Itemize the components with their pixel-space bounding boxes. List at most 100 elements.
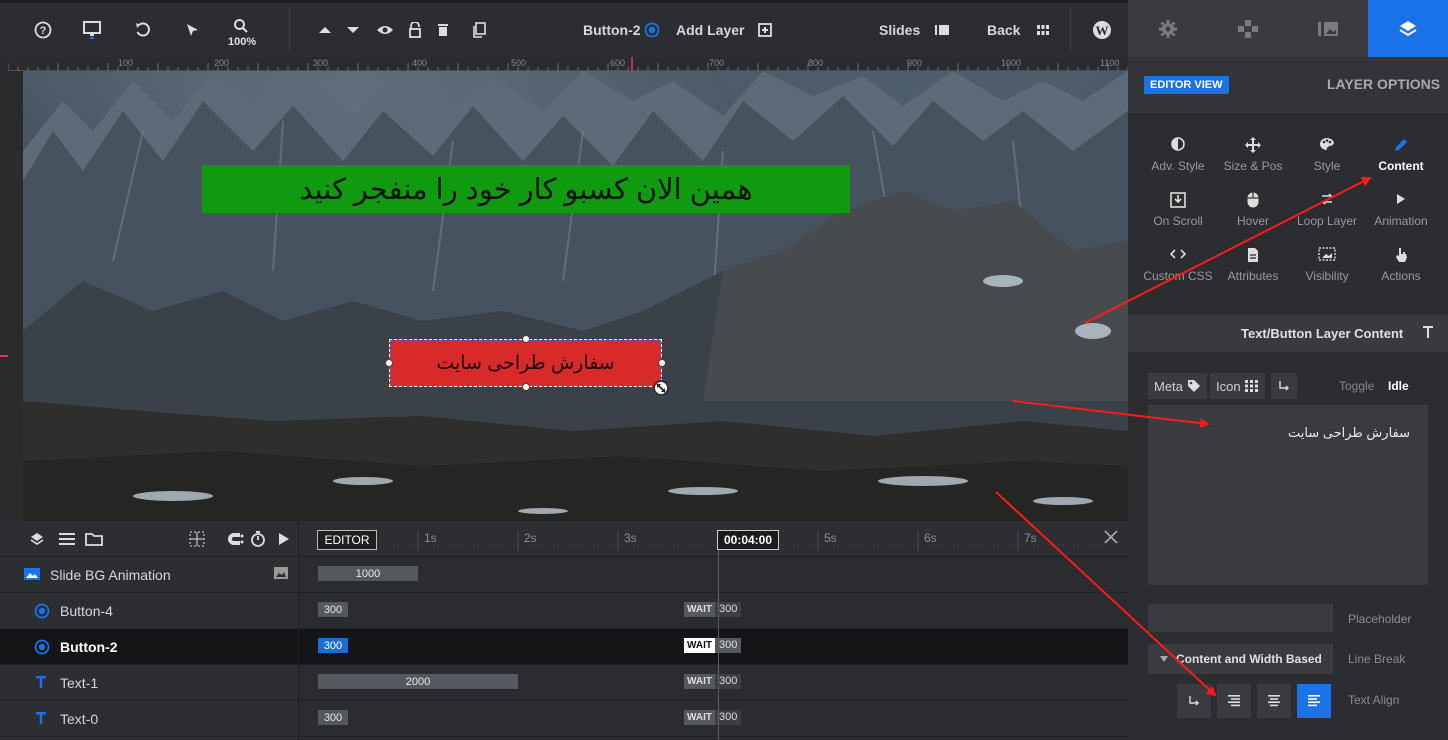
animation-bar[interactable]: 1000 bbox=[318, 566, 418, 581]
layers-tab-icon[interactable] bbox=[1368, 0, 1448, 57]
svg-text:W: W bbox=[1096, 23, 1109, 38]
document-icon bbox=[1213, 247, 1293, 265]
resize-handle-bottom[interactable] bbox=[522, 383, 530, 391]
layers-icon[interactable] bbox=[30, 532, 44, 546]
grid-snap-icon[interactable] bbox=[189, 531, 205, 547]
nav-size-pos[interactable]: Size & Pos bbox=[1213, 137, 1293, 173]
zoom-level[interactable]: 100% bbox=[228, 36, 256, 48]
zoom-icon[interactable] bbox=[229, 14, 253, 38]
slides-tab-icon[interactable] bbox=[1288, 0, 1368, 57]
nav-animation[interactable]: Animation bbox=[1361, 192, 1441, 228]
mouse-icon bbox=[1213, 192, 1293, 210]
ruler-mark: 500 bbox=[511, 58, 527, 68]
idle-tab[interactable]: Idle bbox=[1388, 379, 1409, 393]
select-pointer-icon[interactable] bbox=[180, 18, 204, 42]
nav-custom-css[interactable]: Custom CSS bbox=[1138, 247, 1218, 283]
headline-layer[interactable]: همین الان کسبو کار خود را منفجر کنید bbox=[202, 165, 850, 213]
magnet-icon[interactable] bbox=[226, 531, 244, 547]
meta-button[interactable]: Meta bbox=[1148, 373, 1207, 399]
nav-adv-style[interactable]: Adv. Style bbox=[1138, 137, 1218, 173]
play-icon bbox=[1361, 192, 1441, 210]
wait-marker[interactable]: WAIT 300 bbox=[684, 674, 742, 689]
eye-icon[interactable] bbox=[373, 18, 397, 42]
align-left-icon[interactable] bbox=[1297, 684, 1331, 718]
current-time-display[interactable]: 00:04:00 bbox=[717, 530, 779, 550]
resize-handle-top[interactable] bbox=[522, 335, 530, 343]
add-layer-icon[interactable] bbox=[753, 18, 777, 42]
add-layer-button[interactable]: Add Layer bbox=[676, 22, 744, 38]
nav-content[interactable]: Content bbox=[1361, 137, 1441, 173]
text-layer-icon bbox=[34, 711, 50, 727]
settings-tab-icon[interactable] bbox=[1128, 0, 1208, 57]
grid-icon[interactable] bbox=[1031, 18, 1055, 42]
wait-marker[interactable]: WAIT 300 bbox=[684, 638, 742, 653]
nav-loop-layer[interactable]: Loop Layer bbox=[1287, 192, 1367, 228]
toggle-tab[interactable]: Toggle bbox=[1339, 379, 1374, 393]
scale-handle-icon[interactable] bbox=[653, 380, 669, 396]
timeline-row[interactable]: Text-0 300 WAIT 300 bbox=[0, 701, 1128, 737]
list-icon[interactable] bbox=[59, 533, 75, 545]
lock-icon[interactable] bbox=[403, 18, 427, 42]
timeline-row[interactable]: Text-1 2000 WAIT 300 bbox=[0, 665, 1128, 701]
layer-options-nav: Adv. Style Size & Pos Style Content On S… bbox=[1128, 114, 1448, 314]
layer-content-textarea[interactable]: سفارش طراحی سایت bbox=[1148, 405, 1428, 585]
animation-bar[interactable]: 2000 bbox=[318, 674, 518, 689]
help-icon[interactable]: ? bbox=[31, 18, 55, 42]
timeline-editor-tag[interactable]: EDITOR bbox=[317, 530, 377, 550]
nav-on-scroll[interactable]: On Scroll bbox=[1138, 192, 1218, 228]
align-right-icon[interactable] bbox=[1217, 684, 1251, 718]
nav-visibility[interactable]: Visibility bbox=[1287, 247, 1367, 283]
duplicate-icon[interactable] bbox=[467, 18, 491, 42]
tick-label: 2s bbox=[524, 531, 537, 545]
wait-marker[interactable]: WAIT 300 bbox=[684, 602, 742, 617]
placeholder-input[interactable] bbox=[1148, 604, 1333, 632]
pointer-icon bbox=[1361, 247, 1441, 265]
tick-label: 5s bbox=[824, 531, 837, 545]
timeline-row[interactable]: Button-4 300 WAIT 300 bbox=[0, 593, 1128, 629]
palette-icon bbox=[1287, 137, 1367, 155]
resize-handle-left[interactable] bbox=[385, 359, 393, 367]
top-toolbar: ? 100% Button-2 Add Layer Slides Back W bbox=[0, 0, 1128, 57]
editor-view-badge[interactable]: EDITOR VIEW bbox=[1144, 76, 1229, 94]
line-break-label: Line Break bbox=[1348, 652, 1406, 666]
animation-bar[interactable]: 300 bbox=[318, 710, 348, 725]
wordpress-icon[interactable]: W bbox=[1090, 18, 1114, 42]
slides-button[interactable]: Slides bbox=[879, 22, 920, 38]
ruler-mark: 700 bbox=[709, 58, 725, 68]
nav-actions[interactable]: Actions bbox=[1361, 247, 1441, 283]
timeline-playhead[interactable] bbox=[718, 550, 719, 740]
resize-handle-right[interactable] bbox=[658, 359, 666, 367]
layer-target-icon bbox=[640, 18, 664, 42]
timeline-row-selected[interactable]: Button-2 300 WAIT 300 bbox=[0, 629, 1128, 665]
timeline-row[interactable]: Slide BG Animation 1000 bbox=[0, 557, 1128, 593]
text-direction-icon[interactable] bbox=[1177, 684, 1211, 718]
animation-bar[interactable]: 300 bbox=[318, 638, 348, 653]
icon-button[interactable]: Icon bbox=[1210, 373, 1265, 399]
trash-icon[interactable] bbox=[431, 18, 455, 42]
line-break-insert-icon[interactable] bbox=[1271, 373, 1297, 399]
play-icon[interactable] bbox=[278, 532, 290, 546]
navigation-tab-icon[interactable] bbox=[1208, 0, 1288, 57]
slide-canvas[interactable] bbox=[23, 71, 1128, 521]
align-center-icon[interactable] bbox=[1257, 684, 1291, 718]
button-layer-icon bbox=[34, 603, 50, 619]
nav-hover[interactable]: Hover bbox=[1213, 192, 1293, 228]
order-website-button-layer[interactable]: سفارش طراحی سایت bbox=[389, 339, 662, 387]
bg-image-icon[interactable] bbox=[274, 567, 288, 579]
nav-attributes[interactable]: Attributes bbox=[1213, 247, 1293, 283]
undo-icon[interactable] bbox=[131, 18, 155, 42]
wait-marker[interactable]: WAIT 300 bbox=[684, 710, 742, 725]
move-down-icon[interactable] bbox=[341, 18, 365, 42]
stopwatch-icon[interactable] bbox=[250, 531, 266, 547]
animation-bar[interactable]: 300 bbox=[318, 602, 348, 617]
nav-style[interactable]: Style bbox=[1287, 137, 1367, 173]
move-up-icon[interactable] bbox=[313, 18, 337, 42]
line-break-select[interactable]: Content and Width Based bbox=[1148, 644, 1333, 674]
close-timeline-icon[interactable] bbox=[1103, 529, 1119, 545]
slides-icon[interactable] bbox=[930, 18, 954, 42]
folder-icon[interactable] bbox=[85, 532, 103, 546]
desktop-view-icon[interactable] bbox=[80, 18, 104, 42]
back-button[interactable]: Back bbox=[987, 22, 1020, 38]
panel-tabs bbox=[1128, 0, 1448, 57]
text-type-icon bbox=[1422, 326, 1434, 338]
